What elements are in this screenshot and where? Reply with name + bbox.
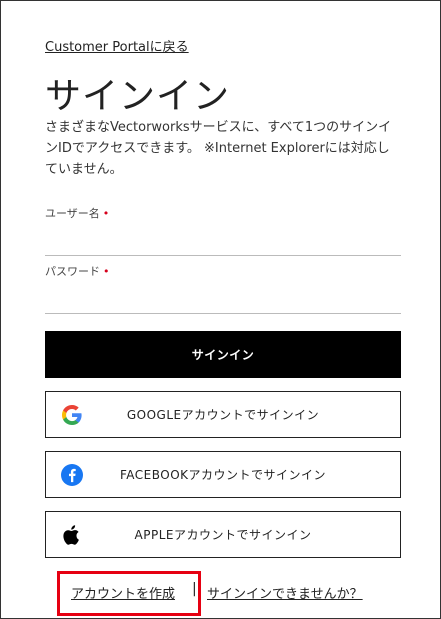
username-required-mark: • [102,207,110,220]
google-signin-button[interactable]: GOOGLEアカウントでサインイン [45,391,401,438]
password-label: パスワード [45,265,100,278]
password-input[interactable] [45,285,401,314]
username-input[interactable] [45,227,401,256]
google-signin-label: GOOGLEアカウントでサインイン [126,408,320,422]
username-field-group: ユーザー名 • [45,202,401,256]
footer-links: アカウントを作成 | サインインできませんか？ [57,571,387,616]
facebook-icon [61,464,83,486]
password-required-mark: • [103,265,110,278]
create-account-link[interactable]: アカウントを作成 [71,583,175,602]
google-icon [62,405,82,425]
signin-panel: Customer Portalに戻る サインイン さまざまなVectorwork… [0,0,441,619]
username-label: ユーザー名 [45,207,100,220]
signin-button[interactable]: サインイン [45,331,401,378]
password-field-group: パスワード • [45,260,401,314]
facebook-signin-button[interactable]: FACEBOOKアカウントでサインイン [45,451,401,498]
signin-description: さまざまなVectorworksサービスに、すべて1つのサインインIDでアクセス… [45,120,392,177]
link-separator: | [192,581,197,597]
apple-signin-label: APPLEアカウントでサインイン [134,528,312,542]
apple-icon [63,525,79,545]
page-title: サインイン [45,76,231,117]
back-to-portal-link[interactable]: Customer Portalに戻る [45,36,189,55]
cant-signin-link[interactable]: サインインできませんか？ [207,583,363,602]
signin-button-label: サインイン [191,348,255,362]
apple-signin-button[interactable]: APPLEアカウントでサインイン [45,511,401,558]
facebook-signin-label: FACEBOOKアカウントでサインイン [119,468,327,482]
